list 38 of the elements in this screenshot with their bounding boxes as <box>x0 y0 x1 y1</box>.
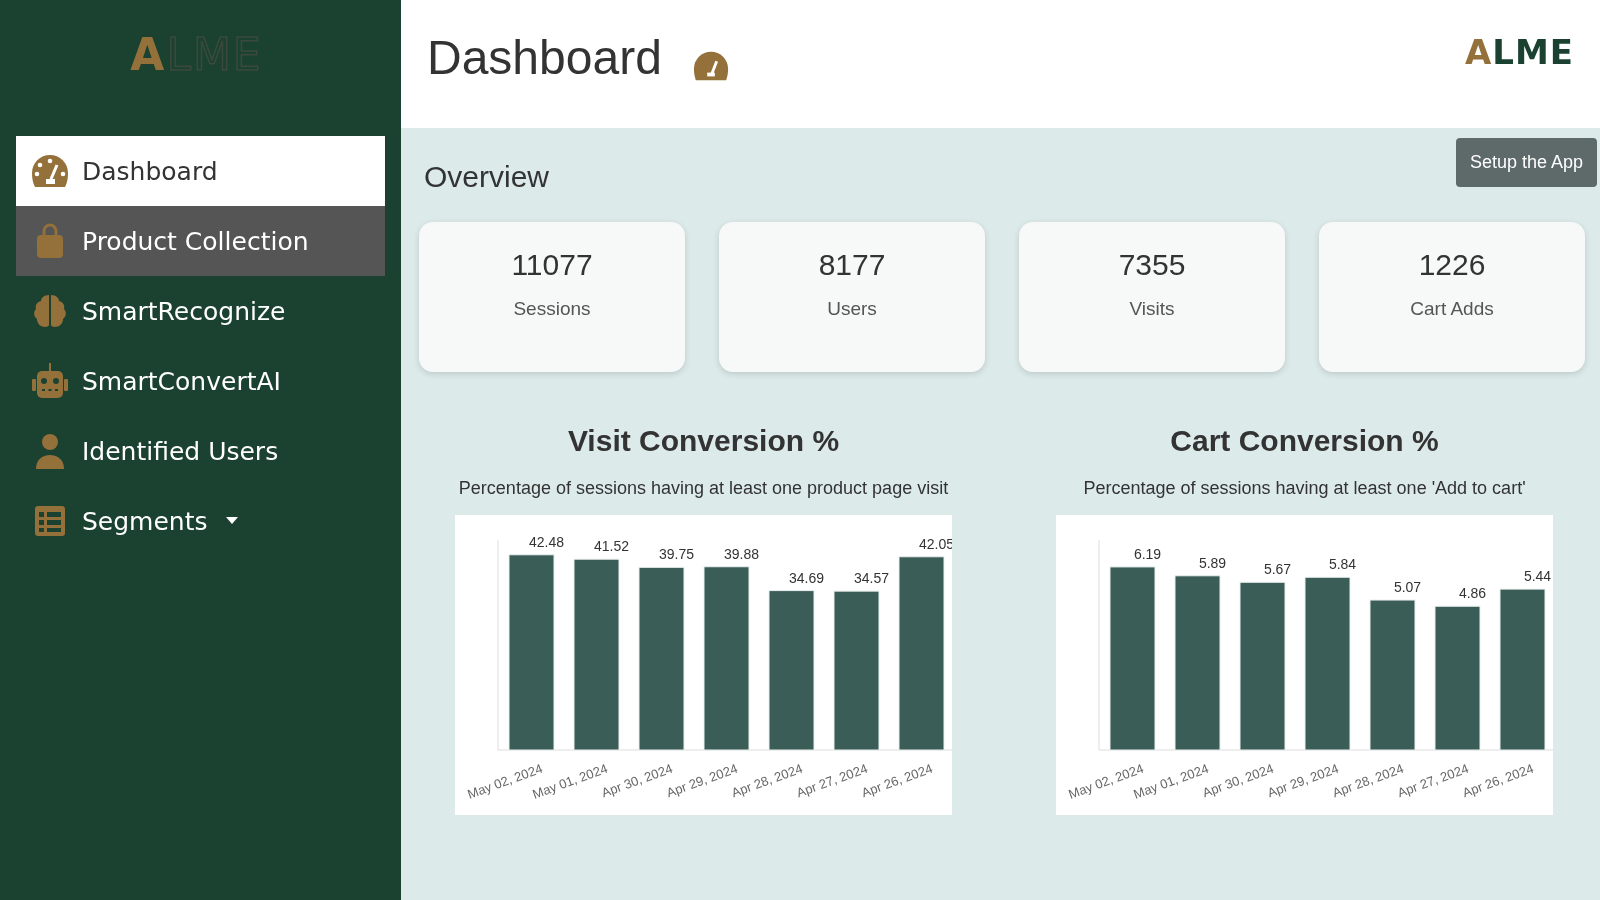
value-label: 4.86 <box>1458 585 1487 602</box>
value-label: 42.48 <box>529 533 564 550</box>
page-title: Dashboard <box>427 30 662 85</box>
brand-logo: ALME <box>1464 32 1574 72</box>
sidebar-item[interactable]: Identified Users <box>16 416 385 486</box>
value-label: 5.44 <box>1523 568 1552 585</box>
value-label: 5.84 <box>1328 556 1357 573</box>
section-title: Overview <box>424 160 550 194</box>
stat-label: Visits <box>1129 298 1175 320</box>
value-label: 39.75 <box>659 546 694 563</box>
robot-icon <box>30 363 70 399</box>
value-label: 5.67 <box>1263 561 1292 578</box>
chart-subtitle: Percentage of sessions having at least one 'Add to cart' <box>1083 478 1526 499</box>
value-label: 5.89 <box>1198 554 1227 571</box>
chart-title: Visit Conversion % <box>567 424 840 458</box>
value-label: 6.19 <box>1133 545 1162 562</box>
value-label: 41.52 <box>594 538 629 555</box>
sidebar-item[interactable]: SmartRecognize <box>16 276 385 346</box>
sidebar-item[interactable]: Segments <box>16 486 385 556</box>
chart-title: Cart Conversion % <box>1170 424 1439 458</box>
value-label: 34.57 <box>854 570 889 587</box>
sidebar-item[interactable]: Dashboard <box>16 136 385 206</box>
value-label: 5.07 <box>1393 579 1422 596</box>
value-label: 34.69 <box>789 569 824 586</box>
sidebar-item[interactable]: SmartConvertAI <box>16 346 385 416</box>
stat-value: 1226 <box>1418 248 1486 282</box>
value-label: 39.88 <box>724 545 759 562</box>
gauge-icon <box>30 153 70 189</box>
stat-label: Sessions <box>513 298 591 320</box>
stat-label: Users <box>827 298 877 320</box>
setup-button[interactable]: Setup the App <box>1455 138 1597 187</box>
sidebar-item[interactable]: Product Collection <box>16 206 385 276</box>
caret-icon <box>225 517 238 525</box>
chart-subtitle: Percentage of sessions having at least one product page visit <box>458 478 949 499</box>
stat-value: 8177 <box>818 248 886 282</box>
stat-value: 7355 <box>1118 248 1186 282</box>
stat-label: Cart Adds <box>1410 298 1494 320</box>
stat-value: 11077 <box>511 248 593 282</box>
